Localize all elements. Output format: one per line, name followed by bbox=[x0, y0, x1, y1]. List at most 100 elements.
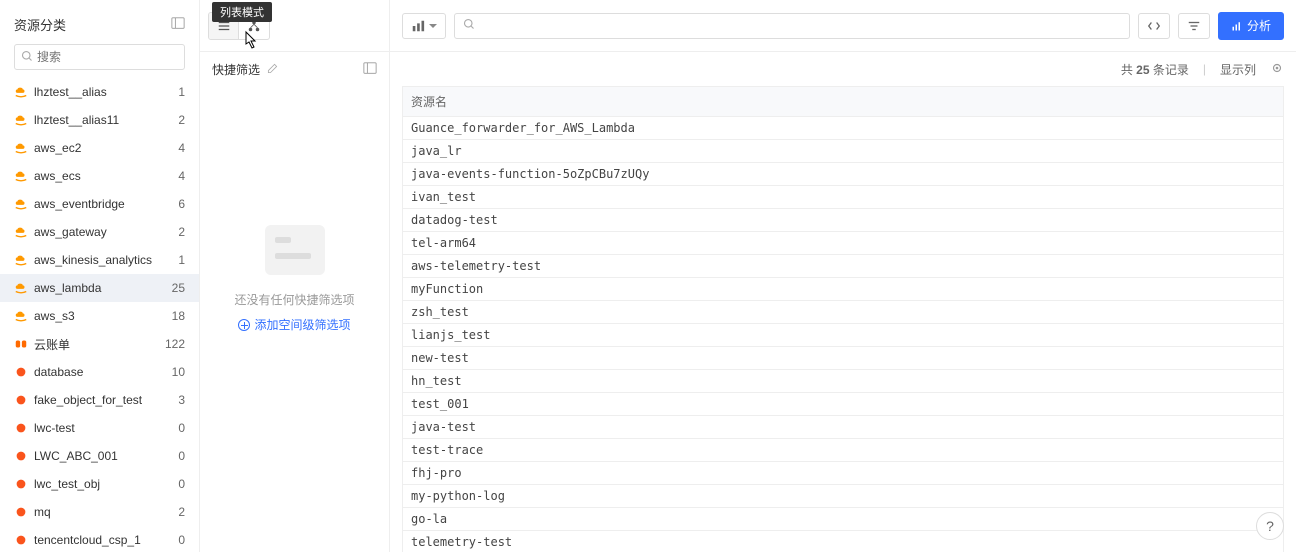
resource-table: 资源名 Guance_forwarder_for_AWS_Lambdajava_… bbox=[402, 86, 1284, 552]
sidebar-item[interactable]: lwc_test_obj0 bbox=[0, 470, 199, 498]
resource-name-cell: go-la bbox=[403, 508, 1284, 531]
sidebar-item-count: 0 bbox=[178, 449, 185, 463]
table-row[interactable]: zsh_test bbox=[403, 301, 1284, 324]
sidebar-search[interactable] bbox=[14, 44, 185, 70]
table-row[interactable]: my-python-log bbox=[403, 485, 1284, 508]
resource-type-icon bbox=[14, 85, 28, 99]
sidebar-item-count: 122 bbox=[165, 337, 185, 351]
sidebar-item[interactable]: aws_ecs4 bbox=[0, 162, 199, 190]
resource-name-cell: datadog-test bbox=[403, 209, 1284, 232]
add-filter-link[interactable]: 添加空间级筛选项 bbox=[238, 316, 350, 333]
chart-type-dropdown[interactable] bbox=[402, 13, 446, 39]
table-row[interactable]: java_lr bbox=[403, 140, 1284, 163]
filter-collapse-icon[interactable] bbox=[363, 61, 377, 78]
sidebar-item-count: 1 bbox=[178, 85, 185, 99]
sidebar-item[interactable]: lhztest__alias1 bbox=[0, 78, 199, 106]
sidebar-item[interactable]: mq2 bbox=[0, 498, 199, 526]
sidebar-item[interactable]: 云账单122 bbox=[0, 330, 199, 358]
sidebar-item[interactable]: fake_object_for_test3 bbox=[0, 386, 199, 414]
sidebar-search-input[interactable] bbox=[37, 50, 178, 64]
table-row[interactable]: fhj-pro bbox=[403, 462, 1284, 485]
sidebar-item-count: 3 bbox=[178, 393, 185, 407]
table-row[interactable]: java-test bbox=[403, 416, 1284, 439]
show-columns-button[interactable]: 显示列 bbox=[1220, 61, 1256, 78]
sidebar-item-count: 2 bbox=[178, 225, 185, 239]
settings-filter-button[interactable] bbox=[1178, 13, 1210, 39]
sidebar-item-label: LWC_ABC_001 bbox=[34, 449, 174, 463]
resource-name-cell: java-test bbox=[403, 416, 1284, 439]
resource-type-icon bbox=[14, 393, 28, 407]
main-search[interactable] bbox=[454, 13, 1130, 39]
resource-name-cell: new-test bbox=[403, 347, 1284, 370]
sidebar-item-label: aws_kinesis_analytics bbox=[34, 253, 174, 267]
table-row[interactable]: telemetry-test bbox=[403, 531, 1284, 552]
sidebar-item-count: 2 bbox=[178, 113, 185, 127]
resource-name-cell: zsh_test bbox=[403, 301, 1284, 324]
analyze-icon bbox=[1231, 20, 1243, 32]
resource-name-cell: aws-telemetry-test bbox=[403, 255, 1284, 278]
resource-name-cell: test-trace bbox=[403, 439, 1284, 462]
table-row[interactable]: aws-telemetry-test bbox=[403, 255, 1284, 278]
resource-name-cell: lianjs_test bbox=[403, 324, 1284, 347]
sidebar-item[interactable]: lwc-test0 bbox=[0, 414, 199, 442]
table-row[interactable]: test-trace bbox=[403, 439, 1284, 462]
filter-edit-icon[interactable] bbox=[267, 63, 278, 77]
help-button[interactable]: ? bbox=[1256, 512, 1284, 540]
sidebar-item[interactable]: aws_s318 bbox=[0, 302, 199, 330]
table-row[interactable]: go-la bbox=[403, 508, 1284, 531]
sidebar-item-label: aws_lambda bbox=[34, 281, 168, 295]
question-icon: ? bbox=[1266, 518, 1274, 534]
resource-name-cell: java-events-function-5oZpCBu7zUQy bbox=[403, 163, 1284, 186]
sidebar-item-count: 2 bbox=[178, 505, 185, 519]
main-search-input[interactable] bbox=[475, 19, 1121, 33]
code-button[interactable] bbox=[1138, 13, 1170, 39]
sidebar-item[interactable]: aws_gateway2 bbox=[0, 218, 199, 246]
filter-title: 快捷筛选 bbox=[212, 63, 260, 77]
resource-type-icon bbox=[14, 169, 28, 183]
table-row[interactable]: hn_test bbox=[403, 370, 1284, 393]
table-row[interactable]: lianjs_test bbox=[403, 324, 1284, 347]
sidebar-item-label: lwc_test_obj bbox=[34, 477, 174, 491]
sidebar-item-count: 6 bbox=[178, 197, 185, 211]
table-row[interactable]: datadog-test bbox=[403, 209, 1284, 232]
sidebar-item-count: 4 bbox=[178, 141, 185, 155]
record-count: 共 25 条记录 bbox=[1121, 61, 1189, 78]
resource-name-cell: java_lr bbox=[403, 140, 1284, 163]
sidebar-item[interactable]: tencentcloud_csp_10 bbox=[0, 526, 199, 552]
sidebar-item[interactable]: LWC_ABC_001 0 bbox=[0, 442, 199, 470]
column-settings-button[interactable] bbox=[1270, 61, 1284, 78]
resource-type-icon bbox=[14, 505, 28, 519]
resource-type-icon bbox=[14, 281, 28, 295]
search-icon bbox=[463, 18, 475, 33]
sidebar-item[interactable]: aws_lambda25 bbox=[0, 274, 199, 302]
table-row[interactable]: Guance_forwarder_for_AWS_Lambda bbox=[403, 117, 1284, 140]
table-row[interactable]: tel-arm64 bbox=[403, 232, 1284, 255]
resource-type-icon bbox=[14, 225, 28, 239]
sidebar-item[interactable]: aws_kinesis_analytics1 bbox=[0, 246, 199, 274]
sidebar-item-label: database bbox=[34, 365, 168, 379]
resource-name-cell: tel-arm64 bbox=[403, 232, 1284, 255]
table-header-resource-name[interactable]: 资源名 bbox=[403, 87, 1284, 117]
table-row[interactable]: test_001 bbox=[403, 393, 1284, 416]
sidebar-item-label: aws_eventbridge bbox=[34, 197, 174, 211]
sidebar-item[interactable]: aws_eventbridge 6 bbox=[0, 190, 199, 218]
resource-type-icon bbox=[14, 113, 28, 127]
empty-filter-illustration bbox=[265, 225, 325, 275]
resource-name-cell: myFunction bbox=[403, 278, 1284, 301]
table-row[interactable]: ivan_test bbox=[403, 186, 1284, 209]
resource-name-cell: ivan_test bbox=[403, 186, 1284, 209]
sidebar-item-label: aws_ec2 bbox=[34, 141, 174, 155]
sidebar-item[interactable]: aws_ec2 4 bbox=[0, 134, 199, 162]
table-row[interactable]: myFunction bbox=[403, 278, 1284, 301]
table-row[interactable]: java-events-function-5oZpCBu7zUQy bbox=[403, 163, 1284, 186]
sidebar-item[interactable]: lhztest__alias112 bbox=[0, 106, 199, 134]
sidebar-item-count: 0 bbox=[178, 421, 185, 435]
resource-type-icon bbox=[14, 253, 28, 267]
analyze-button[interactable]: 分析 bbox=[1218, 12, 1284, 40]
table-row[interactable]: new-test bbox=[403, 347, 1284, 370]
sidebar-collapse-icon[interactable] bbox=[171, 16, 185, 33]
resource-type-icon bbox=[14, 197, 28, 211]
add-filter-label: 添加空间级筛选项 bbox=[254, 316, 350, 333]
sidebar-item[interactable]: database10 bbox=[0, 358, 199, 386]
resource-type-icon bbox=[14, 337, 28, 351]
